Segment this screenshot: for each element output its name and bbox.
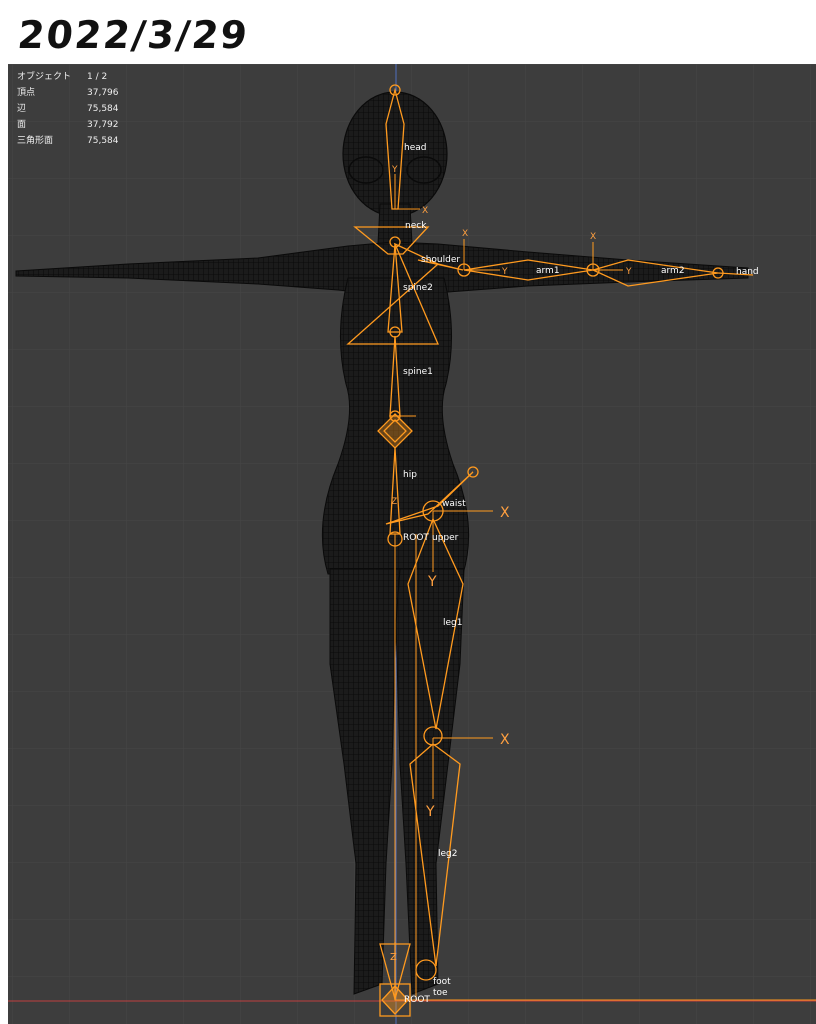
bone-label-arm2: arm2 (661, 266, 685, 276)
axis-x-label: X (422, 206, 428, 216)
axis-x-label: X (500, 732, 510, 748)
axis-y-label: Y (427, 574, 437, 590)
bone-label-arm1: arm1 (536, 266, 560, 276)
bone-label-root: ROOT (403, 533, 429, 543)
axis-x-label: X (462, 229, 468, 239)
stat-label: 面 (17, 120, 27, 130)
axis-y-label: Y (625, 267, 632, 277)
bone-label-neck: neck (405, 221, 427, 231)
bone-label-head: head (404, 143, 426, 153)
axis-y-label: Y (391, 165, 398, 175)
stat-row-edges: 辺 75,584 (17, 101, 147, 117)
bone-label-upper: upper (432, 533, 459, 543)
stat-value: 75,584 (87, 136, 119, 146)
bone-label-leg1: leg1 (443, 618, 462, 628)
stat-value: 75,584 (87, 104, 119, 114)
bone-label-leg2: leg2 (438, 849, 457, 859)
bone-label-shoulder: shoulder (421, 255, 460, 265)
axis-y-label: Y (501, 267, 508, 277)
stat-label: 辺 (17, 104, 27, 114)
axis-z-label: Z (391, 497, 397, 507)
stat-value: 37,792 (87, 120, 119, 130)
axis-x-label: X (590, 232, 596, 242)
bone-label-spine1: spine1 (403, 367, 433, 377)
bone-label-root-floor: ROOT (404, 995, 430, 1005)
viewport-scene[interactable]: X Y X Y X Y X Y X Y Z Z head neck should… (8, 64, 816, 1024)
stat-row-vertices: 頂点 37,796 (17, 85, 147, 101)
bone-label-waist: waist (442, 499, 466, 509)
bone-label-spine2: spine2 (403, 283, 433, 293)
bone-label-foot: foot (433, 977, 451, 987)
stat-value: 1 / 2 (87, 72, 108, 82)
date-header: 2022/3/29 (15, 13, 252, 57)
bone-label-hip: hip (403, 470, 417, 480)
page: 2022/3/29 オブジェクト 1 / 2 頂点 37,796 辺 75,58… (0, 0, 816, 1024)
stat-row-faces: 面 37,792 (17, 117, 147, 133)
stat-label: 頂点 (17, 88, 36, 98)
stat-value: 37,796 (87, 88, 119, 98)
3d-viewport[interactable]: オブジェクト 1 / 2 頂点 37,796 辺 75,584 面 37,792… (8, 64, 816, 1024)
axis-z-label: Z (390, 952, 397, 963)
stat-row-objects: オブジェクト 1 / 2 (17, 69, 147, 85)
bone-label-toe: toe (433, 988, 448, 998)
axis-y-label: Y (425, 804, 435, 820)
bone-label-hand: hand (736, 267, 759, 277)
stat-row-triangles: 三角形面 75,584 (17, 133, 147, 149)
statistics-overlay: オブジェクト 1 / 2 頂点 37,796 辺 75,584 面 37,792… (17, 69, 147, 149)
stat-label: 三角形面 (17, 136, 54, 146)
stat-label: オブジェクト (17, 72, 72, 82)
axis-x-label: X (500, 505, 510, 521)
